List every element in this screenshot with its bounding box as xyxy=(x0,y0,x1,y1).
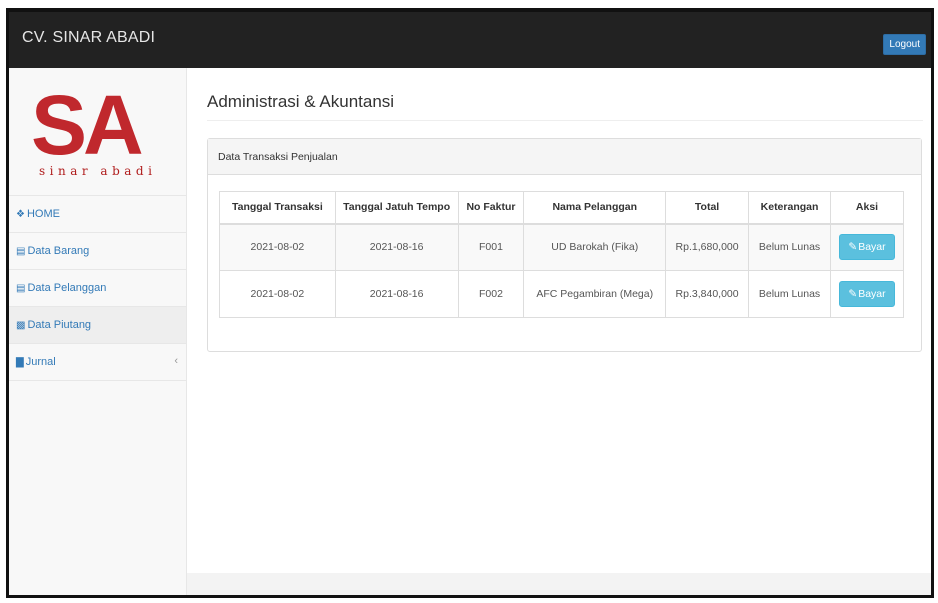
cell-tanggal-transaksi: 2021-08-02 xyxy=(219,270,336,318)
logo-subtitle: sinar abadi xyxy=(39,164,157,178)
sidebar-item-home[interactable]: ❖ HOME xyxy=(9,196,186,233)
cell-no-faktur: F002 xyxy=(457,270,525,318)
bayar-label: Bayar xyxy=(858,241,886,254)
transactions-panel: Data Transaksi Penjualan Tanggal Transak… xyxy=(207,138,922,352)
column-header: Total xyxy=(665,191,750,225)
brand-title[interactable]: CV. SINAR ABADI xyxy=(22,29,155,47)
column-header: Tanggal Jatuh Tempo xyxy=(334,191,459,225)
footer-strip xyxy=(187,573,931,595)
sidebar-item-data-piutang[interactable]: ▩ Data Piutang xyxy=(9,307,186,344)
panel-heading: Data Transaksi Penjualan xyxy=(208,139,921,175)
column-header: Keterangan xyxy=(748,191,831,225)
column-header: Tanggal Transaksi xyxy=(219,191,336,225)
column-header: Aksi xyxy=(830,191,904,225)
logo-letters: SA xyxy=(31,88,142,160)
cell-tanggal-jatuh-tempo: 2021-08-16 xyxy=(334,223,459,271)
sidebar-item-label: Jurnal xyxy=(25,356,56,368)
bayar-label: Bayar xyxy=(858,288,886,300)
table-row: 2021-08-02 2021-08-16 F001 UD Barokah (F… xyxy=(219,223,904,271)
chart-icon: ▇ xyxy=(16,356,24,368)
logout-button[interactable]: Logout xyxy=(883,34,926,55)
cell-keterangan: Belum Lunas xyxy=(748,223,831,271)
cell-tanggal-transaksi: 2021-08-02 xyxy=(219,223,336,271)
cell-total: Rp.1,680,000 xyxy=(665,223,750,271)
column-header: Nama Pelanggan xyxy=(523,191,667,225)
cell-keterangan: Belum Lunas xyxy=(748,270,831,318)
bayar-button[interactable]: ✎Bayar xyxy=(839,281,895,307)
book-icon: ▩ xyxy=(16,319,26,331)
title-divider xyxy=(207,120,923,121)
sidebar: SA sinar abadi ❖ HOME ▤ Data Barang ▤ Da… xyxy=(9,68,187,595)
table-row: 2021-08-02 2021-08-16 F002 AFC Pegambira… xyxy=(219,270,904,318)
cell-nama-pelanggan: UD Barokah (Fika) xyxy=(523,223,667,271)
sidebar-item-label: Data Barang xyxy=(27,245,90,257)
logo: SA sinar abadi xyxy=(9,68,186,196)
table-header-row: Tanggal Transaksi Tanggal Jatuh Tempo No… xyxy=(219,191,904,225)
sidebar-item-label: Data Piutang xyxy=(27,319,92,331)
cell-tanggal-jatuh-tempo: 2021-08-16 xyxy=(334,270,459,318)
bayar-button[interactable]: ✎Bayar xyxy=(839,234,895,261)
sidebar-item-jurnal[interactable]: ▇ Jurnal ‹ xyxy=(9,344,186,381)
sidebar-item-data-pelanggan[interactable]: ▤ Data Pelanggan xyxy=(9,270,186,307)
transactions-table: Tanggal Transaksi Tanggal Jatuh Tempo No… xyxy=(219,191,904,318)
edit-icon: ✎ xyxy=(848,288,858,300)
sidebar-item-label: HOME xyxy=(26,208,60,220)
cell-aksi: ✎Bayar xyxy=(830,223,904,271)
cell-nama-pelanggan: AFC Pegambiran (Mega) xyxy=(523,270,667,318)
cell-no-faktur: F001 xyxy=(457,223,525,271)
top-navbar: CV. SINAR ABADI Logout xyxy=(9,12,931,68)
chevron-left-icon: ‹ xyxy=(174,355,178,367)
cell-aksi: ✎Bayar xyxy=(830,270,904,318)
column-header: No Faktur xyxy=(457,191,525,225)
home-icon: ❖ xyxy=(16,208,25,220)
file-icon: ▤ xyxy=(16,282,26,294)
page-title: Administrasi & Akuntansi xyxy=(207,92,395,111)
file-icon: ▤ xyxy=(16,245,26,257)
sa-logo-icon: SA xyxy=(31,88,146,160)
app-window: CV. SINAR ABADI Logout SA sinar abadi ❖ … xyxy=(6,8,934,598)
main-content: Administrasi & Akuntansi Data Transaksi … xyxy=(187,68,931,573)
cell-total: Rp.3,840,000 xyxy=(665,270,750,318)
edit-icon: ✎ xyxy=(848,241,858,254)
sidebar-item-data-barang[interactable]: ▤ Data Barang xyxy=(9,233,186,270)
sidebar-item-label: Data Pelanggan xyxy=(27,282,107,294)
